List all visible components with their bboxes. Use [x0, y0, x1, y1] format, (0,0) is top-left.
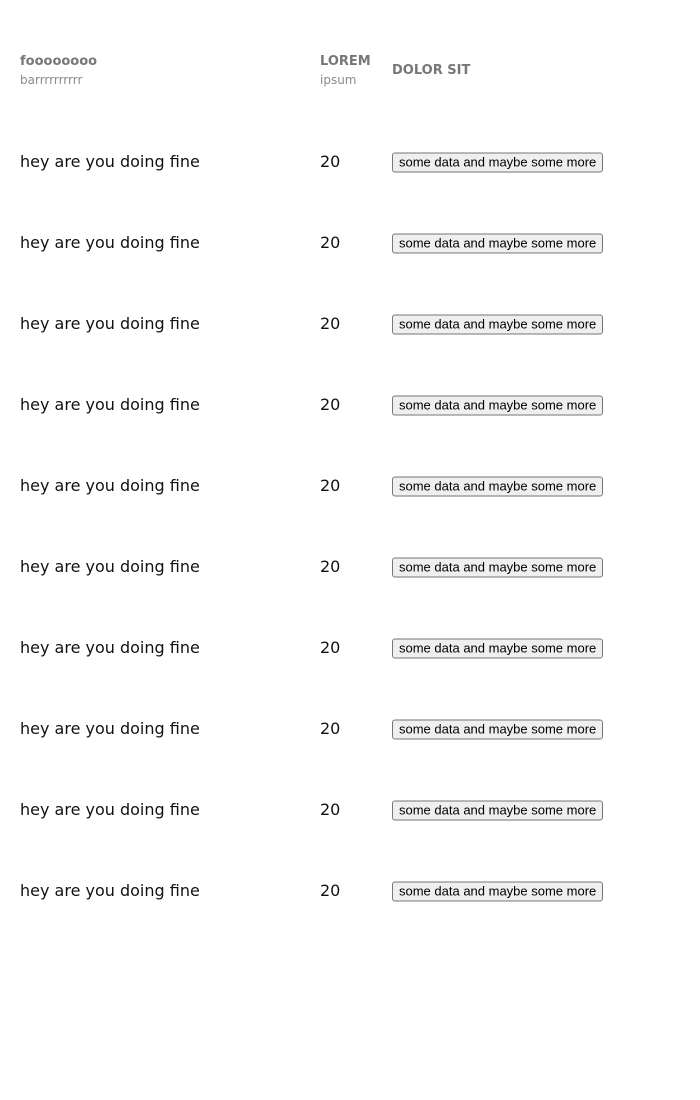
table-row: hey are you doing fine 20 some data and …: [20, 121, 680, 202]
row-action-button[interactable]: some data and maybe some more: [392, 557, 604, 577]
table-row: hey are you doing fine 20 some data and …: [20, 283, 680, 364]
row-name: hey are you doing fine: [20, 718, 200, 738]
table-row: hey are you doing fine 20 some data and …: [20, 607, 680, 688]
column-header-lorem-title: LOREM: [320, 54, 371, 69]
row-count: 20: [320, 799, 341, 819]
row-name: hey are you doing fine: [20, 556, 200, 576]
row-name: hey are you doing fine: [20, 232, 200, 252]
column-header-foo-subtitle: barrrrrrrrrr: [20, 73, 83, 87]
row-count: 20: [320, 637, 341, 657]
row-action-button[interactable]: some data and maybe some more: [392, 233, 604, 253]
table-header: foooooooo barrrrrrrrrr LOREM ipsum DOLOR…: [20, 0, 680, 121]
row-count: 20: [320, 475, 341, 495]
row-count: 20: [320, 313, 341, 333]
row-name: hey are you doing fine: [20, 394, 200, 414]
column-header-foo: foooooooo barrrrrrrrrr: [20, 53, 97, 89]
table-row: hey are you doing fine 20 some data and …: [20, 769, 680, 850]
table-row: hey are you doing fine 20 some data and …: [20, 526, 680, 607]
column-header-dolor-sit: DOLOR SIT: [392, 62, 470, 80]
row-action-button[interactable]: some data and maybe some more: [392, 314, 604, 334]
row-count: 20: [320, 394, 341, 414]
row-action-button[interactable]: some data and maybe some more: [392, 881, 604, 901]
data-table: foooooooo barrrrrrrrrr LOREM ipsum DOLOR…: [20, 0, 680, 931]
table-row: hey are you doing fine 20 some data and …: [20, 445, 680, 526]
row-name: hey are you doing fine: [20, 313, 200, 333]
table-row: hey are you doing fine 20 some data and …: [20, 688, 680, 769]
row-action-button[interactable]: some data and maybe some more: [392, 800, 604, 820]
row-action-button[interactable]: some data and maybe some more: [392, 152, 604, 172]
row-action-button[interactable]: some data and maybe some more: [392, 719, 604, 739]
table-row: hey are you doing fine 20 some data and …: [20, 202, 680, 283]
table-body: hey are you doing fine 20 some data and …: [20, 121, 680, 931]
column-header-lorem: LOREM ipsum: [320, 53, 371, 89]
row-name: hey are you doing fine: [20, 151, 200, 171]
row-count: 20: [320, 151, 341, 171]
row-count: 20: [320, 880, 341, 900]
row-name: hey are you doing fine: [20, 799, 200, 819]
row-name: hey are you doing fine: [20, 880, 200, 900]
column-header-dolor-sit-title: DOLOR SIT: [392, 63, 471, 78]
row-count: 20: [320, 556, 341, 576]
row-count: 20: [320, 232, 341, 252]
table-row: hey are you doing fine 20 some data and …: [20, 364, 680, 445]
column-header-foo-title: foooooooo: [20, 54, 98, 69]
row-count: 20: [320, 718, 341, 738]
row-action-button[interactable]: some data and maybe some more: [392, 395, 604, 415]
row-action-button[interactable]: some data and maybe some more: [392, 476, 604, 496]
row-action-button[interactable]: some data and maybe some more: [392, 638, 604, 658]
column-header-lorem-subtitle: ipsum: [320, 73, 357, 87]
row-name: hey are you doing fine: [20, 637, 200, 657]
row-name: hey are you doing fine: [20, 475, 200, 495]
table-row: hey are you doing fine 20 some data and …: [20, 850, 680, 931]
